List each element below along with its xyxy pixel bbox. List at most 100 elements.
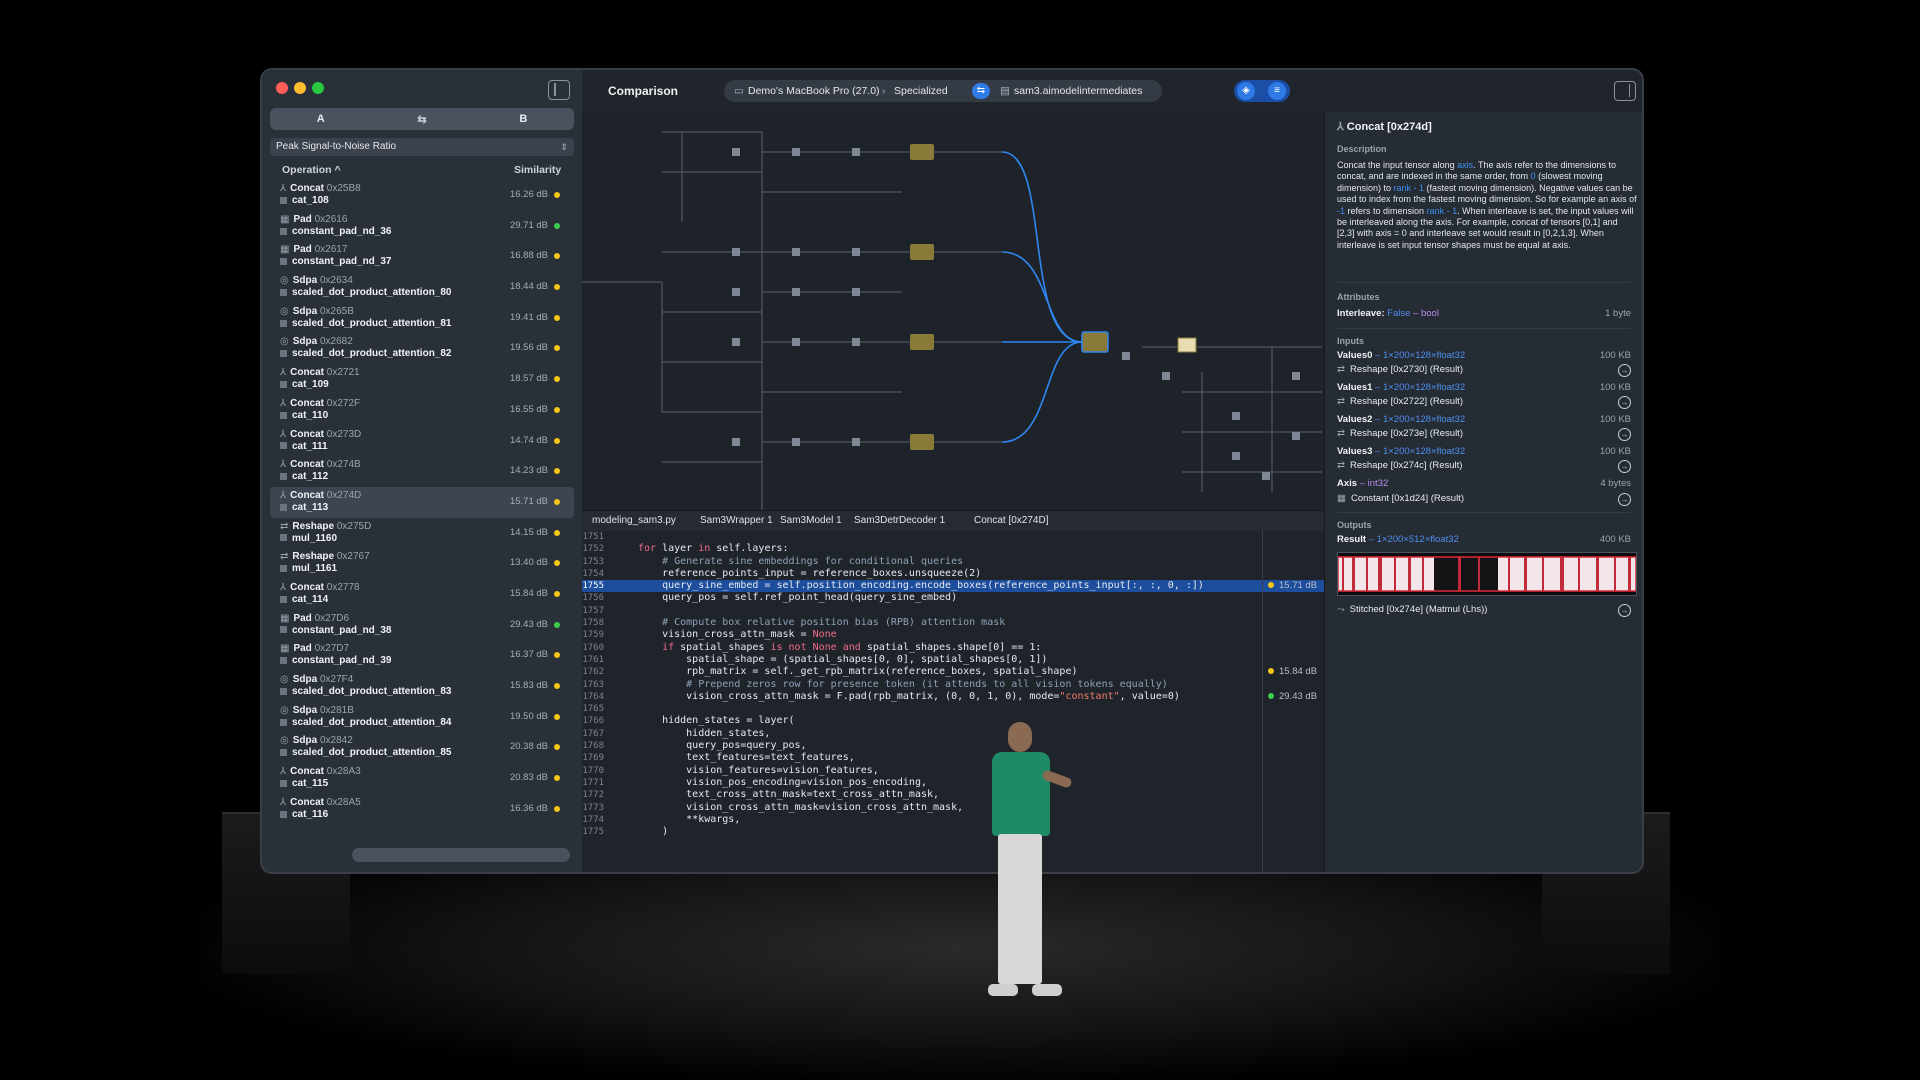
- graph-view-icon[interactable]: ◈: [1237, 82, 1255, 100]
- breadcrumb-op[interactable]: Concat [0x274D]: [974, 515, 1049, 526]
- line-similarity-badge[interactable]: 15.71 dB: [1268, 580, 1317, 592]
- operation-row[interactable]: ◎ Sdpa 0x27F4 scaled_dot_product_attention…: [270, 671, 574, 702]
- code-line[interactable]: 1762 rpb_matrix = self._get_rpb_matrix(r…: [582, 666, 1324, 678]
- code-text: query_sine_embed = self.position_encodin…: [638, 580, 1204, 592]
- operation-type-label: Concat: [290, 367, 325, 379]
- code-line[interactable]: 1770 vision_features=vision_features,: [582, 765, 1324, 777]
- code-line[interactable]: 1767 hidden_states,: [582, 728, 1324, 740]
- model-graph-canvas[interactable]: [582, 112, 1324, 512]
- operation-row[interactable]: ▦ Pad 0x27D6 constant_pad_nd_38 29.43 dB: [270, 610, 574, 641]
- side-b-tab[interactable]: B: [473, 108, 574, 130]
- axis-source-link[interactable]: ▦ Constant [0x1d24] (Result) →: [1337, 493, 1631, 509]
- code-line[interactable]: 1763 # Prepend zeros row for presence to…: [582, 679, 1324, 691]
- similarity-column-header[interactable]: Similarity: [514, 164, 561, 176]
- input-source-link[interactable]: ⇄ Reshape [0x273e] (Result) →: [1337, 428, 1631, 444]
- operation-type-label: Concat: [290, 489, 325, 501]
- operation-name-label: cat_110: [292, 409, 329, 421]
- operation-row[interactable]: ◎ Sdpa 0x281B scaled_dot_product_attention…: [270, 702, 574, 733]
- code-line[interactable]: 1760 if spatial_shapes is not None and s…: [582, 642, 1324, 654]
- operation-row[interactable]: ▦ Pad 0x2616 constant_pad_nd_36 29.71 dB: [270, 211, 574, 242]
- constant-icon: ▦: [1337, 493, 1346, 504]
- breadcrumb-file[interactable]: modeling_sam3.py: [592, 515, 676, 526]
- go-to-icon[interactable]: →: [1618, 460, 1631, 473]
- code-line[interactable]: 1771 vision_pos_encoding=vision_pos_enco…: [582, 777, 1324, 789]
- go-to-icon[interactable]: →: [1618, 428, 1631, 441]
- operation-row[interactable]: ⅄ Concat 0x25B8 cat_108 16.26 dB: [270, 180, 574, 211]
- close-window-button[interactable]: [276, 82, 288, 94]
- zoom-window-button[interactable]: [312, 82, 324, 94]
- list-scrollbar[interactable]: [352, 848, 570, 862]
- go-to-icon[interactable]: →: [1618, 364, 1631, 377]
- go-to-icon[interactable]: →: [1618, 604, 1631, 617]
- code-line[interactable]: 1752 for layer in self.layers:: [582, 543, 1324, 555]
- operation-type: ◎ Sdpa 0x2842: [280, 735, 353, 746]
- inspector-toggle-icon[interactable]: [1614, 81, 1636, 101]
- code-line[interactable]: 1773 vision_cross_attn_mask=vision_cross…: [582, 802, 1324, 814]
- input-source-link[interactable]: ⇄ Reshape [0x2722] (Result) →: [1337, 396, 1631, 412]
- source-code-editor[interactable]: 1751 1752 for layer in self.layers: 1753 # …: [582, 531, 1324, 872]
- operation-row[interactable]: ▦ Pad 0x27D7 constant_pad_nd_39 16.37 dB: [270, 640, 574, 671]
- operation-row[interactable]: ⅄ Concat 0x2721 cat_109 18.57 dB: [270, 364, 574, 395]
- go-to-icon[interactable]: →: [1618, 396, 1631, 409]
- breadcrumb-decoder[interactable]: Sam3DetrDecoder 1: [854, 515, 945, 526]
- code-line[interactable]: 1775 ): [582, 826, 1324, 838]
- minimize-window-button[interactable]: [294, 82, 306, 94]
- swap-icon[interactable]: ⇆: [972, 83, 990, 99]
- code-line[interactable]: 1755 query_sine_embed = self.position_en…: [582, 580, 1324, 593]
- code-line[interactable]: 1764 vision_cross_attn_mask = F.pad(rpb_…: [582, 691, 1324, 703]
- code-line[interactable]: 1758 # Compute box relative position bia…: [582, 617, 1324, 629]
- operation-row[interactable]: ◎ Sdpa 0x265B scaled_dot_product_attention…: [270, 303, 574, 334]
- code-line[interactable]: 1769 text_features=text_features,: [582, 752, 1324, 764]
- operation-column-header[interactable]: Operation ^: [282, 164, 341, 176]
- code-line[interactable]: 1753 # Generate sine embeddings for cond…: [582, 556, 1324, 568]
- swap-sides-button[interactable]: ⇆: [371, 108, 472, 130]
- input-key: Values1: [1337, 382, 1373, 393]
- reshape-icon: ⇄: [1337, 460, 1345, 471]
- input-source-link[interactable]: ⇄ Reshape [0x274c] (Result) →: [1337, 460, 1631, 476]
- code-line[interactable]: 1756 query_pos = self.ref_point_head(que…: [582, 592, 1324, 604]
- laptop-icon: ▭: [734, 85, 744, 97]
- concat-icon: ⅄: [280, 459, 287, 471]
- line-similarity-badge[interactable]: 15.84 dB: [1268, 666, 1317, 678]
- input-source-link[interactable]: ⇄ Reshape [0x2730] (Result) →: [1337, 364, 1631, 380]
- presenter: [984, 722, 1073, 1002]
- status-dot: [554, 192, 560, 198]
- code-line[interactable]: 1766 hidden_states = layer(: [582, 715, 1324, 727]
- operation-row[interactable]: ◎ Sdpa 0x2634 scaled_dot_product_attention…: [270, 272, 574, 303]
- code-line[interactable]: 1774 **kwargs,: [582, 814, 1324, 826]
- code-line[interactable]: 1751: [582, 531, 1324, 543]
- line-similarity-badge[interactable]: 29.43 dB: [1268, 691, 1317, 703]
- code-line[interactable]: 1759 vision_cross_attn_mask = None: [582, 629, 1324, 641]
- source-view-icon[interactable]: ≡: [1268, 82, 1286, 100]
- operation-row[interactable]: ⅄ Concat 0x274B cat_112 14.23 dB: [270, 456, 574, 487]
- operation-row[interactable]: ⅄ Concat 0x272F cat_110 16.55 dB: [270, 395, 574, 426]
- operation-row[interactable]: ⅄ Concat 0x274D cat_113 15.71 dB: [270, 486, 574, 518]
- operation-row[interactable]: ⇄ Reshape 0x2767 mul_1161 13.40 dB: [270, 548, 574, 579]
- operation-row[interactable]: ⅄ Concat 0x273D cat_111 14.74 dB: [270, 426, 574, 457]
- tensor-preview-image[interactable]: [1337, 552, 1637, 596]
- operation-row[interactable]: ⅄ Concat 0x28A3 cat_115 20.83 dB: [270, 763, 574, 794]
- side-a-tab[interactable]: A: [270, 108, 371, 130]
- code-line[interactable]: 1772 text_cross_attn_mask=text_cross_att…: [582, 789, 1324, 801]
- code-line[interactable]: 1754 reference_points_input = reference_…: [582, 568, 1324, 580]
- operation-type: ⅄ Concat 0x25B8: [280, 183, 361, 194]
- sidebar-toggle-icon[interactable]: [548, 80, 570, 100]
- operation-name-label: scaled_dot_product_attention_82: [292, 348, 452, 360]
- go-to-icon[interactable]: →: [1618, 493, 1631, 506]
- code-text: # Generate sine embeddings for condition…: [638, 555, 964, 567]
- code-line[interactable]: 1765: [582, 703, 1324, 715]
- metric-dropdown[interactable]: Peak Signal-to-Noise Ratio ⇕: [270, 138, 574, 156]
- consumer-link[interactable]: ⤳ Stitched [0x274e] (Matmul (Lhs)) →: [1337, 604, 1631, 620]
- code-line[interactable]: 1757: [582, 605, 1324, 617]
- code-line[interactable]: 1768 query_pos=query_pos,: [582, 740, 1324, 752]
- operation-row[interactable]: ⅄ Concat 0x2778 cat_114 15.84 dB: [270, 579, 574, 610]
- operation-row[interactable]: ▦ Pad 0x2617 constant_pad_nd_37 16.88 dB: [270, 241, 574, 272]
- operation-row[interactable]: ◎ Sdpa 0x2842 scaled_dot_product_attention…: [270, 732, 574, 763]
- breadcrumb-model[interactable]: Sam3Model 1: [780, 515, 842, 526]
- operation-row[interactable]: ◎ Sdpa 0x2682 scaled_dot_product_attention…: [270, 333, 574, 364]
- target-pathbar[interactable]: ▭ Demo's MacBook Pro (27.0) › Specialize…: [724, 80, 1162, 102]
- operation-row[interactable]: ⅄ Concat 0x28A5 cat_116 16.36 dB: [270, 794, 574, 825]
- operation-row[interactable]: ⇄ Reshape 0x275D mul_1160 14.15 dB: [270, 518, 574, 549]
- code-line[interactable]: 1761 spatial_shape = (spatial_shapes[0, …: [582, 654, 1324, 666]
- breadcrumb-wrapper[interactable]: Sam3Wrapper 1: [700, 515, 773, 526]
